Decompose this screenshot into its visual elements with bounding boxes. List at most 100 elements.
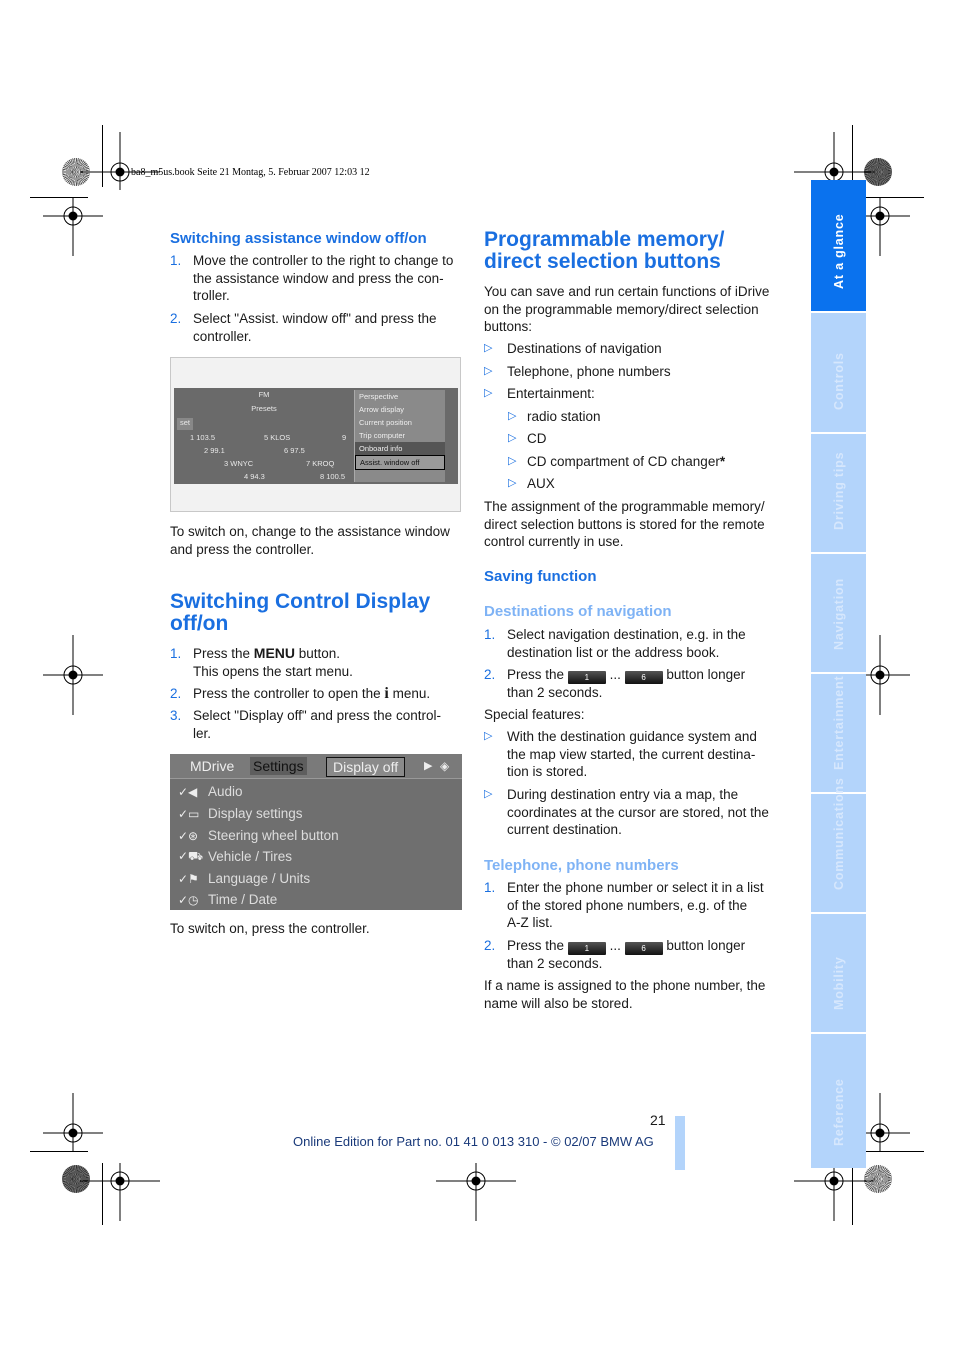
step-number: 2. xyxy=(484,667,496,682)
step-number: 1. xyxy=(170,253,182,268)
preset-station: 6 97.5 xyxy=(284,446,305,455)
tab-label: Driving tips xyxy=(831,451,846,530)
edition-footer: Online Edition for Part no. 01 41 0 013 … xyxy=(293,1134,654,1149)
menu-item-label: Time / Date xyxy=(208,892,278,907)
chapter-tab-controls[interactable]: Controls xyxy=(811,313,866,432)
menu-option: Current position xyxy=(359,418,412,427)
step-text: Press the 1 ... 6 button longer than 2 s… xyxy=(507,937,745,973)
line: A-Z list. xyxy=(507,915,553,930)
tab-label: Communications xyxy=(831,777,846,890)
memory-button-1-icon: 1 xyxy=(567,671,606,684)
text: ... xyxy=(609,938,621,953)
tab-label: Entertainment xyxy=(831,675,846,770)
line: This opens the start menu. xyxy=(193,663,353,679)
menu-item-display: ✓▭ Display settings xyxy=(178,803,303,824)
triangle-bullet-icon: ▷ xyxy=(484,387,493,399)
chapter-tab-mobility[interactable]: Mobility xyxy=(811,914,866,1032)
set-label: set xyxy=(177,418,194,430)
memory-button-1-icon: 1 xyxy=(567,942,606,955)
chapter-tab-communications[interactable]: Communications xyxy=(811,777,866,912)
chapter-tab-entertainment[interactable]: Entertainment xyxy=(811,674,866,792)
menu-tabs: MDrive Settings Display off ▶ ◈ xyxy=(170,754,462,779)
line: and press the controller. xyxy=(170,541,315,557)
line: of the stored phone numbers, e.g. of the xyxy=(507,897,748,913)
memory-button-6-icon: 6 xyxy=(624,942,663,955)
menu-button-label: MENU xyxy=(253,645,296,661)
clock-icon: ✓◷ xyxy=(178,892,199,907)
page-marker-bar xyxy=(675,1116,685,1170)
menu-item-language: ✓⚑ Language / Units xyxy=(178,868,310,889)
programmable-heading: Programmable memory/ direct selection bu… xyxy=(484,229,724,273)
sub-bullet-item: ▷ radio station xyxy=(508,408,601,426)
preset-station: 4 94.3 xyxy=(244,472,265,481)
step-text: Press the 1 ... 6 button longer than 2 s… xyxy=(507,666,745,702)
line: the assistance window and press the con- xyxy=(193,270,444,286)
menu-item-audio: ✓◀ Audio xyxy=(178,781,243,802)
menu-option: Perspective xyxy=(359,392,399,401)
menu-option: Arrow display xyxy=(359,405,405,414)
triangle-bullet-icon: ▷ xyxy=(484,788,493,800)
vehicle-icon: ✓⛟ xyxy=(178,848,204,863)
tab-label: Mobility xyxy=(831,956,846,1010)
line: Programmable memory/ xyxy=(484,228,725,251)
bullet-item: ▷ Destinations of navigation xyxy=(484,340,662,358)
bullet-item: ▷ Telephone, phone numbers xyxy=(484,363,671,381)
menu-option: Trip computer xyxy=(359,431,405,440)
special-bullet: ▷ With the destination guidance system a… xyxy=(484,728,779,781)
line: Move the controller to the right to chan… xyxy=(193,253,454,268)
chapter-tab-reference[interactable]: Reference xyxy=(811,1034,866,1168)
line: Select "Assist. window off" and press th… xyxy=(193,311,437,326)
text: menu. xyxy=(388,686,431,701)
step-number: 1. xyxy=(484,627,496,642)
line: than 2 seconds. xyxy=(507,685,603,700)
assignment-text: The assignment of the programmable memor… xyxy=(484,498,779,551)
bullet-text: AUX xyxy=(527,476,555,491)
line: tion is stored. xyxy=(507,764,588,779)
line: With the destination guidance system and xyxy=(507,729,757,744)
bullet-text: Entertainment: xyxy=(507,386,595,401)
line: If a name is assigned to the phone numbe… xyxy=(484,978,766,993)
tab-label: At a glance xyxy=(831,213,846,290)
step-text: Press the controller to open the i menu. xyxy=(193,685,430,703)
line: on the programmable memory/direct select… xyxy=(484,301,759,317)
sub-bullet-item: ▷ CD xyxy=(508,430,547,448)
assistance-menu: Perspective Arrow display Current positi… xyxy=(354,390,445,482)
line: Switching Control Display xyxy=(170,590,431,613)
menu-item-label: Audio xyxy=(208,784,243,799)
sub-bullet-item: ▷ AUX xyxy=(508,475,555,493)
line: current destination. xyxy=(507,822,622,837)
menu-item-time: ✓◷ Time / Date xyxy=(178,889,277,910)
step-text: Move the controller to the right to chan… xyxy=(193,252,453,305)
line: than 2 seconds. xyxy=(507,956,603,971)
chapter-tab-navigation[interactable]: Navigation xyxy=(811,554,866,672)
step-number: 2. xyxy=(484,938,496,953)
audio-icon: ✓◀ xyxy=(178,784,198,799)
tab-label: Controls xyxy=(831,352,846,410)
print-metadata: ba8_m5us.book Seite 21 Montag, 5. Februa… xyxy=(131,167,370,178)
saving-heading: Saving function xyxy=(484,568,597,585)
special-features-label: Special features: xyxy=(484,707,585,722)
preset-station: 2 99.1 xyxy=(204,446,225,455)
step-text: Select navigation destination, e.g. in t… xyxy=(507,626,746,661)
line: Select "Display off" and press the contr… xyxy=(193,708,441,723)
assist-step-2: 2. Select "Assist. window off" and press… xyxy=(170,310,465,345)
nav-step-1: 1. Select navigation destination, e.g. i… xyxy=(484,626,779,661)
nav-heading: Destinations of navigation xyxy=(484,603,672,620)
preset-station: 3 WNYC xyxy=(224,459,254,468)
line: direct selection buttons xyxy=(484,250,721,273)
tab-mdrive: MDrive xyxy=(190,758,235,774)
bullet-text: radio station xyxy=(527,409,601,424)
bullet-text: With the destination guidance system and… xyxy=(507,728,757,781)
line: ler. xyxy=(193,725,212,741)
text: button longer xyxy=(666,938,746,953)
chapter-tab-at-a-glance[interactable]: At a glance xyxy=(811,180,866,311)
sub-bullet-item: ▷ CD compartment of CD changer * xyxy=(508,453,725,471)
display-step-2: 2. Press the controller to open the i me… xyxy=(170,685,465,703)
memory-button-6-icon: 6 xyxy=(624,671,663,684)
text: Press the controller to open the xyxy=(193,686,385,701)
line: buttons: xyxy=(484,319,533,334)
menu-item-label: Vehicle / Tires xyxy=(208,849,293,864)
chapter-tab-driving-tips[interactable]: Driving tips xyxy=(811,434,866,552)
steering-wheel-icon: ✓⊛ xyxy=(178,828,199,843)
menu-option-selected: Assist. window off xyxy=(355,455,445,470)
